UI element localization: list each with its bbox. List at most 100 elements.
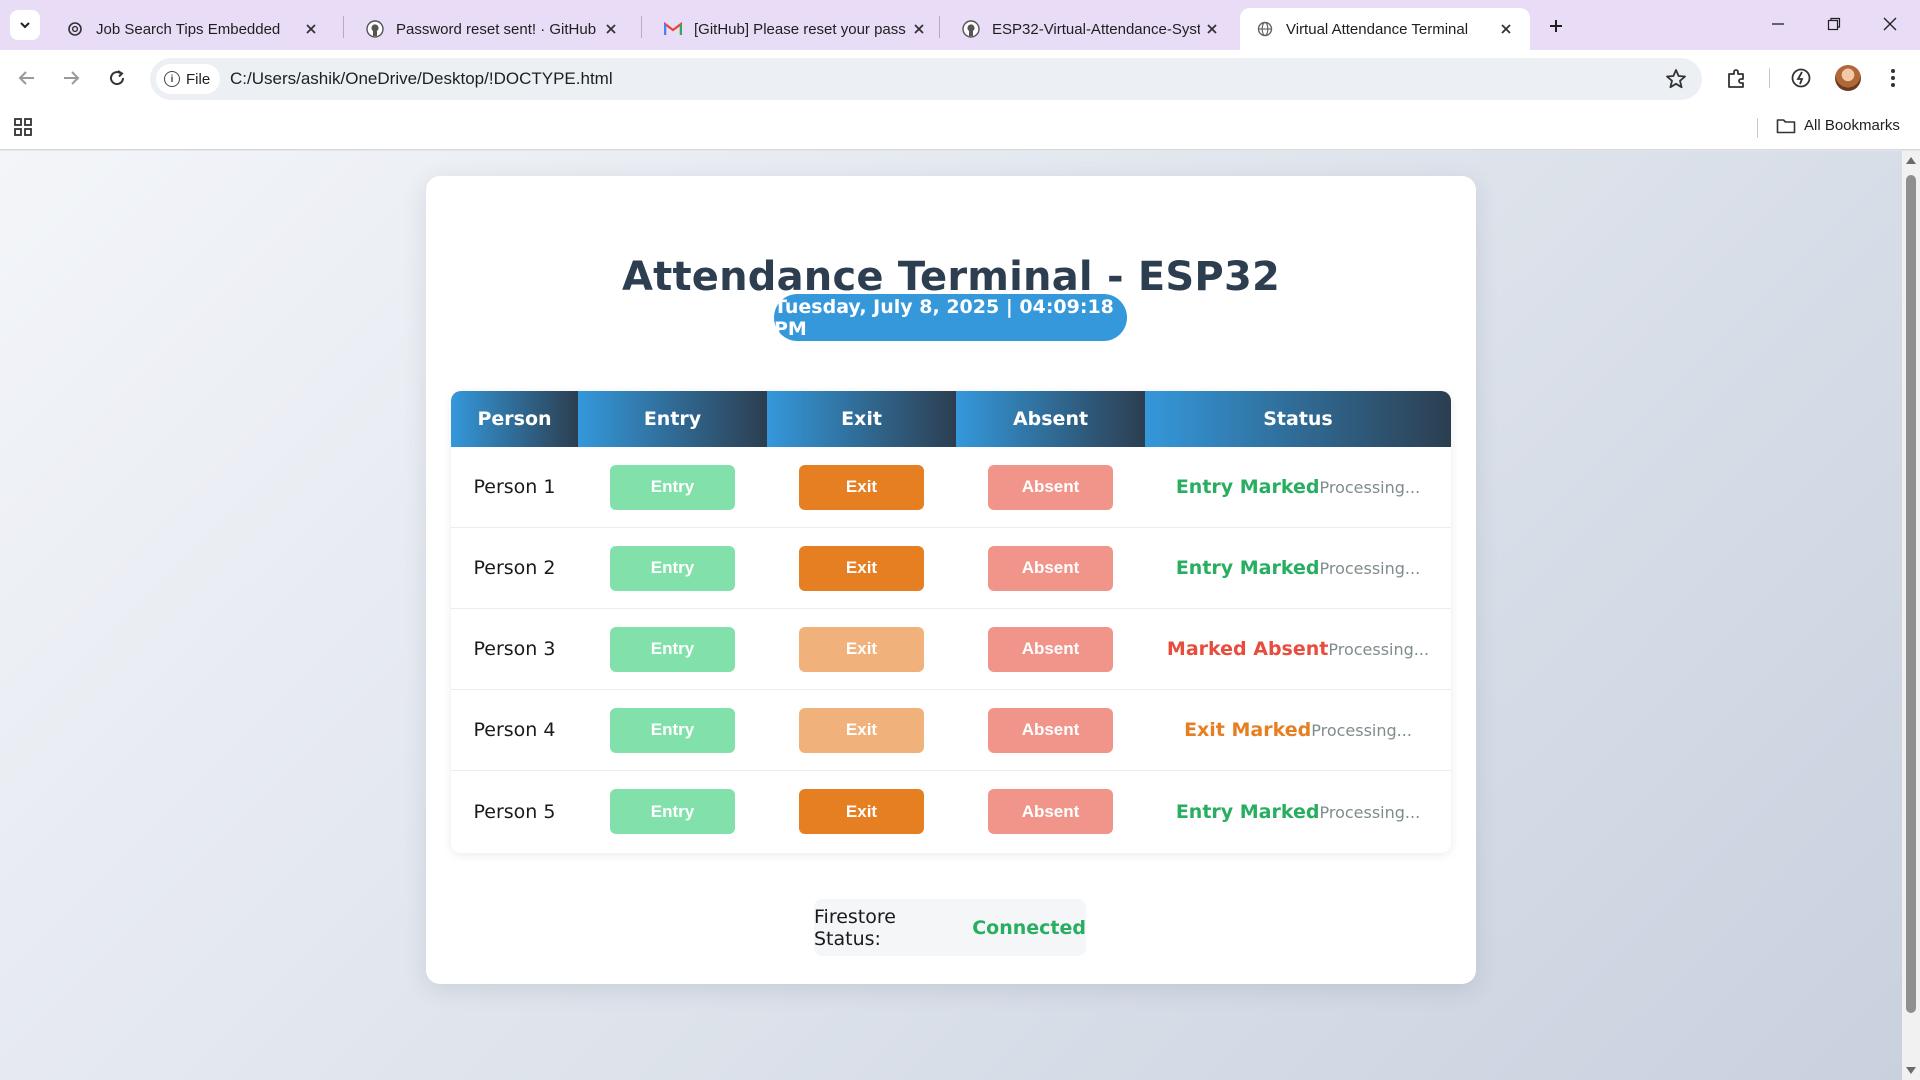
scroll-down-arrow[interactable] xyxy=(1906,1067,1916,1074)
status-text: Entry Marked xyxy=(1175,800,1320,823)
absent-button[interactable]: Absent xyxy=(988,464,1113,510)
exit-button[interactable]: Exit xyxy=(799,626,924,672)
reload-icon xyxy=(110,70,125,86)
absent-button[interactable]: Absent xyxy=(988,707,1113,753)
person-name: Person 4 xyxy=(473,719,556,741)
absent-button[interactable]: Absent xyxy=(988,789,1113,834)
tab-label: Virtual Attendance Terminal xyxy=(1286,20,1469,38)
tab-strip: Job Search Tips Embedded Password reset … xyxy=(0,0,1920,50)
status-cell: Marked AbsentProcessing... xyxy=(1167,638,1429,660)
toolbar-divider xyxy=(1769,68,1770,88)
forward-button[interactable] xyxy=(56,63,86,93)
status-note: Processing... xyxy=(1319,802,1421,822)
tab-divider xyxy=(939,16,940,38)
info-icon: i xyxy=(164,71,180,87)
bookmarks-divider xyxy=(1757,118,1758,138)
tab-label: Job Search Tips Embedded xyxy=(96,20,281,38)
status-note: Processing... xyxy=(1328,640,1430,659)
tab-label: [GitHub] Please reset your pass xyxy=(694,20,906,38)
status-text: Exit Marked xyxy=(1184,719,1312,741)
tab-gmail[interactable]: [GitHub] Please reset your pass xyxy=(648,8,943,50)
github-icon xyxy=(366,20,384,38)
exit-button[interactable]: Exit xyxy=(799,545,924,591)
github-icon xyxy=(962,20,980,38)
tab-github-repo[interactable]: ESP32-Virtual-Attendance-Syste xyxy=(946,8,1236,50)
status-cell: Entry MarkedProcessing... xyxy=(1176,801,1420,823)
entry-button[interactable]: Entry xyxy=(610,545,735,591)
person-name: Person 3 xyxy=(473,638,556,660)
plus-icon xyxy=(1550,20,1562,32)
attendance-table: Person Entry Exit Absent Status Person 1… xyxy=(451,391,1451,853)
scroll-up-arrow[interactable] xyxy=(1906,157,1916,164)
close-icon[interactable] xyxy=(1494,17,1518,41)
close-icon[interactable] xyxy=(1200,17,1224,41)
datetime-badge: Tuesday, July 8, 2025 | 04:09:18 PM xyxy=(774,294,1127,341)
entry-button[interactable]: Entry xyxy=(610,707,735,753)
tab-virtual-attendance[interactable]: Virtual Attendance Terminal xyxy=(1240,8,1530,50)
close-icon[interactable] xyxy=(907,17,931,41)
page-scrollbar[interactable] xyxy=(1902,151,1920,1080)
folder-icon xyxy=(1776,118,1796,133)
apps-grid-icon xyxy=(14,118,32,136)
puzzle-icon xyxy=(1728,69,1744,88)
url-text[interactable]: C:/Users/ashik/OneDrive/Desktop/!DOCTYPE… xyxy=(230,69,613,89)
exit-button[interactable]: Exit xyxy=(799,707,924,753)
page-viewport: Attendance Terminal - ESP32 Tuesday, Jul… xyxy=(0,151,1902,1080)
exit-button[interactable]: Exit xyxy=(799,789,924,834)
tab-github-password[interactable]: Password reset sent! · GitHub xyxy=(350,8,635,50)
firestore-status-value: Connected xyxy=(972,916,1086,939)
status-text: Marked Absent xyxy=(1166,638,1329,660)
all-bookmarks-label: All Bookmarks xyxy=(1804,117,1900,134)
tab-job-search[interactable]: Job Search Tips Embedded xyxy=(50,8,335,50)
menu-button[interactable] xyxy=(1878,63,1908,93)
openai-icon xyxy=(66,20,84,38)
firestore-status: Firestore Status: Connected xyxy=(814,899,1086,956)
new-tab-button[interactable] xyxy=(1542,12,1570,40)
scroll-thumb[interactable] xyxy=(1906,175,1916,1013)
entry-button[interactable]: Entry xyxy=(610,464,735,510)
extensions-button[interactable] xyxy=(1722,63,1752,93)
minimize-button[interactable] xyxy=(1750,0,1806,48)
apps-button[interactable] xyxy=(13,117,33,141)
tab-search-button[interactable] xyxy=(10,10,40,40)
address-bar[interactable]: i File C:/Users/ashik/OneDrive/Desktop/!… xyxy=(150,58,1702,100)
header-person: Person xyxy=(451,391,578,447)
exit-button[interactable]: Exit xyxy=(799,464,924,510)
table-row: Person 3 Entry Exit Absent Marked Absent… xyxy=(451,609,1451,690)
back-button[interactable] xyxy=(12,63,42,93)
status-text: Entry Marked xyxy=(1175,476,1320,498)
bookmarks-bar: All Bookmarks xyxy=(0,106,1920,150)
star-icon[interactable] xyxy=(1664,67,1688,91)
entry-button[interactable]: Entry xyxy=(610,626,735,672)
absent-button[interactable]: Absent xyxy=(988,626,1113,672)
globe-icon xyxy=(1256,20,1274,38)
table-row: Person 4 Entry Exit Absent Exit MarkedPr… xyxy=(451,690,1451,771)
header-entry: Entry xyxy=(578,391,767,447)
absent-button[interactable]: Absent xyxy=(988,545,1113,591)
table-row: Person 5 Entry Exit Absent Entry MarkedP… xyxy=(451,771,1451,852)
table-row: Person 2 Entry Exit Absent Entry MarkedP… xyxy=(451,528,1451,609)
speed-icon xyxy=(1791,68,1811,88)
arrow-right-icon xyxy=(64,71,80,85)
table-header: Person Entry Exit Absent Status xyxy=(451,391,1451,447)
table-row: Person 1 Entry Exit Absent Entry MarkedP… xyxy=(451,447,1451,528)
restore-button[interactable] xyxy=(1806,0,1862,48)
close-icon xyxy=(1883,17,1897,31)
tab-label: Password reset sent! · GitHub xyxy=(396,20,597,38)
person-name: Person 5 xyxy=(473,800,556,823)
site-info-chip[interactable]: i File xyxy=(156,64,221,94)
close-icon[interactable] xyxy=(599,17,623,41)
person-name: Person 1 xyxy=(473,476,556,498)
header-status: Status xyxy=(1145,391,1451,447)
profile-avatar[interactable] xyxy=(1835,65,1861,91)
browser-toolbar: i File C:/Users/ashik/OneDrive/Desktop/!… xyxy=(0,50,1920,106)
close-window-button[interactable] xyxy=(1862,0,1918,48)
header-absent: Absent xyxy=(956,391,1145,447)
reload-button[interactable] xyxy=(102,63,132,93)
chevron-down-icon xyxy=(20,22,30,29)
performance-button[interactable] xyxy=(1786,63,1816,93)
all-bookmarks-button[interactable]: All Bookmarks xyxy=(1776,117,1900,134)
tab-label: ESP32-Virtual-Attendance-Syste xyxy=(992,20,1200,38)
close-icon[interactable] xyxy=(299,17,323,41)
entry-button[interactable]: Entry xyxy=(610,789,735,834)
